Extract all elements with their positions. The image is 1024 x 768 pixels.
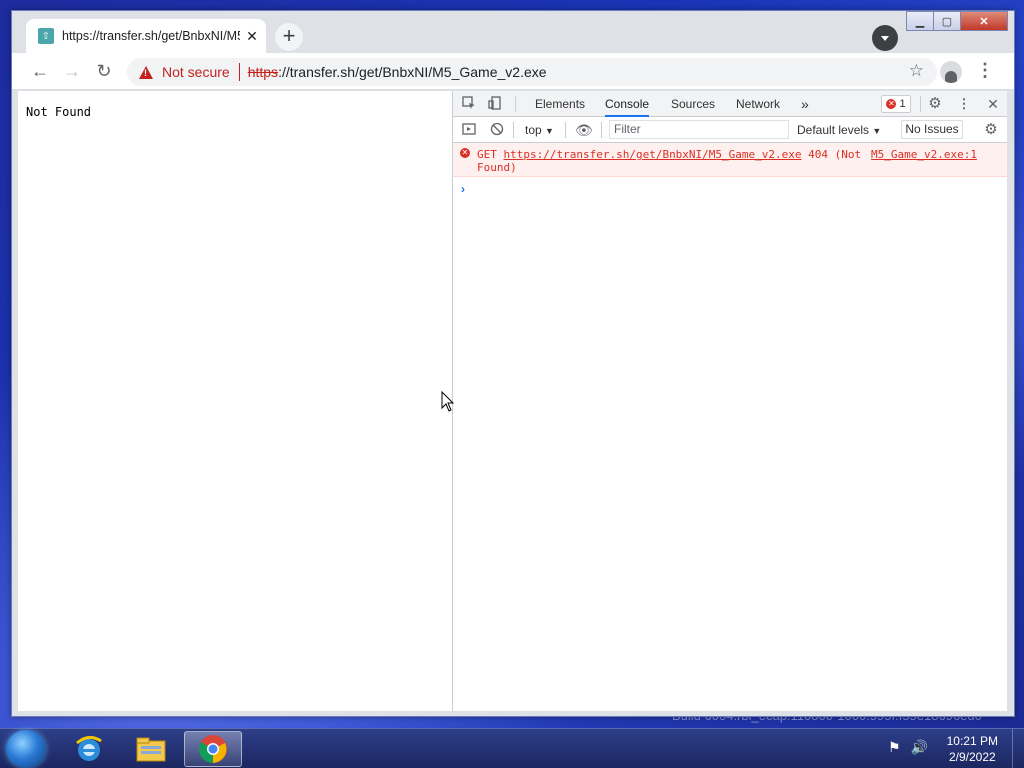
back-button[interactable]: ← — [28, 59, 52, 83]
clear-console-icon[interactable] — [489, 122, 505, 138]
dropdown-arrow-icon: ▼ — [545, 126, 554, 136]
system-tray: ⚑ 🔊 — [888, 739, 928, 756]
error-status: 404 (Not — [808, 148, 862, 161]
more-tabs-icon[interactable]: » — [801, 91, 809, 117]
log-levels-label: Default levels — [797, 123, 870, 137]
browser-tab[interactable]: ⇧ https://transfer.sh/get/BnbxNI/M5_Game… — [26, 19, 266, 53]
error-count-badge[interactable]: ✕ 1 — [881, 95, 911, 113]
filter-divider — [601, 122, 602, 138]
dropdown-arrow-icon: ▼ — [872, 126, 882, 136]
console-filter-bar: top ▼ 👁 Filter Default levels ▼ No Issue… — [453, 117, 1007, 143]
title-bar: ⇧ https://transfer.sh/get/BnbxNI/M5_Game… — [12, 11, 1014, 53]
download-indicator-icon[interactable] — [872, 25, 898, 51]
chrome-taskbar-icon[interactable] — [184, 731, 242, 767]
console-error-row: ✕ GET https://transfer.sh/get/BnbxNI/M5_… — [453, 143, 1007, 177]
tab-close-icon[interactable]: ✕ — [244, 28, 260, 44]
clock-date: 2/9/2022 — [948, 750, 996, 764]
context-label: top — [525, 123, 542, 137]
upload-favicon-icon: ⇧ — [38, 28, 54, 44]
log-levels-dropdown[interactable]: Default levels ▼ — [797, 123, 881, 137]
minimize-button[interactable]: ▁ — [906, 11, 934, 31]
close-window-button[interactable]: ✕ — [960, 11, 1008, 31]
console-prompt[interactable]: › — [453, 177, 1007, 196]
tab-elements[interactable]: Elements — [535, 91, 585, 117]
browser-toolbar: ← → ↻ Not secure https://transfer.sh/get… — [12, 53, 1014, 90]
page-body-text: Not Found — [26, 105, 92, 119]
bookmark-star-icon[interactable]: ☆ — [909, 61, 924, 81]
error-count: 1 — [899, 98, 906, 110]
tab-console[interactable]: Console — [605, 91, 650, 117]
filter-divider — [513, 122, 514, 138]
devtools-tab-bar: Elements Console Sources Network » ✕ 1 ⚙… — [453, 91, 1007, 117]
file-explorer-icon[interactable] — [122, 731, 180, 767]
filter-divider — [565, 122, 566, 138]
devtools-menu-icon[interactable]: ⋮ — [956, 96, 972, 112]
start-button[interactable] — [6, 730, 46, 768]
context-selector[interactable]: top ▼ — [525, 123, 554, 137]
tab-divider — [920, 96, 921, 112]
error-status-cont: Found) — [477, 161, 517, 174]
reload-button[interactable]: ↻ — [92, 59, 116, 83]
error-source-link[interactable]: M5_Game_v2.exe:1 — [871, 148, 977, 161]
address-bar[interactable]: Not secure https://transfer.sh/get/BnbxN… — [127, 58, 937, 86]
url-path: ://transfer.sh/get/BnbxNI/M5_Game_v2.exe — [278, 64, 547, 80]
close-devtools-icon[interactable]: ✕ — [985, 96, 1001, 112]
clock-time: 10:21 PM — [946, 734, 998, 748]
error-icon: ✕ — [886, 99, 897, 109]
window-controls: ▁ ▢ ✕ — [906, 11, 1008, 31]
issues-button[interactable]: No Issues — [901, 120, 963, 139]
page-content: Not Found — [18, 91, 452, 711]
browser-window: ⇧ https://transfer.sh/get/BnbxNI/M5_Game… — [11, 10, 1015, 717]
browser-menu-icon[interactable]: ⋮ — [976, 60, 994, 81]
not-secure-label[interactable]: Not secure — [162, 64, 230, 80]
taskbar: ⚑ 🔊 10:21 PM 2/9/2022 — [0, 728, 1024, 768]
tab-network[interactable]: Network — [736, 91, 780, 117]
new-tab-button[interactable]: + — [275, 23, 303, 51]
tab-title: https://transfer.sh/get/BnbxNI/M5_Game_v… — [62, 29, 240, 43]
console-settings-gear-icon[interactable]: ⚙ — [983, 122, 999, 138]
live-expression-eye-icon[interactable]: 👁 — [575, 122, 593, 138]
console-filter-input[interactable]: Filter — [609, 120, 789, 139]
action-center-flag-icon[interactable]: ⚑ — [888, 739, 901, 756]
url-scheme: https — [247, 64, 279, 80]
mouse-cursor-icon — [441, 390, 455, 418]
warning-icon — [139, 65, 153, 79]
error-url-link[interactable]: https://transfer.sh/get/BnbxNI/M5_Game_v… — [504, 148, 802, 161]
error-method: GET — [477, 148, 497, 161]
profile-avatar[interactable] — [940, 61, 962, 83]
inspect-element-icon[interactable] — [461, 96, 477, 112]
sidebar-toggle-icon[interactable] — [461, 122, 477, 138]
tab-divider — [515, 96, 516, 112]
forward-button[interactable]: → — [60, 59, 84, 83]
maximize-button[interactable]: ▢ — [933, 11, 961, 31]
clock[interactable]: 10:21 PM 2/9/2022 — [947, 733, 998, 765]
devtools-panel: Elements Console Sources Network » ✕ 1 ⚙… — [452, 91, 1007, 711]
settings-gear-icon[interactable]: ⚙ — [927, 96, 943, 112]
internet-explorer-icon[interactable] — [60, 731, 118, 767]
tab-sources[interactable]: Sources — [671, 91, 715, 117]
volume-icon[interactable]: 🔊 — [911, 739, 928, 756]
error-icon: ✕ — [460, 148, 470, 158]
device-toolbar-icon[interactable] — [487, 96, 503, 112]
show-desktop-button[interactable] — [1012, 729, 1024, 768]
omnibox-separator — [238, 63, 240, 81]
